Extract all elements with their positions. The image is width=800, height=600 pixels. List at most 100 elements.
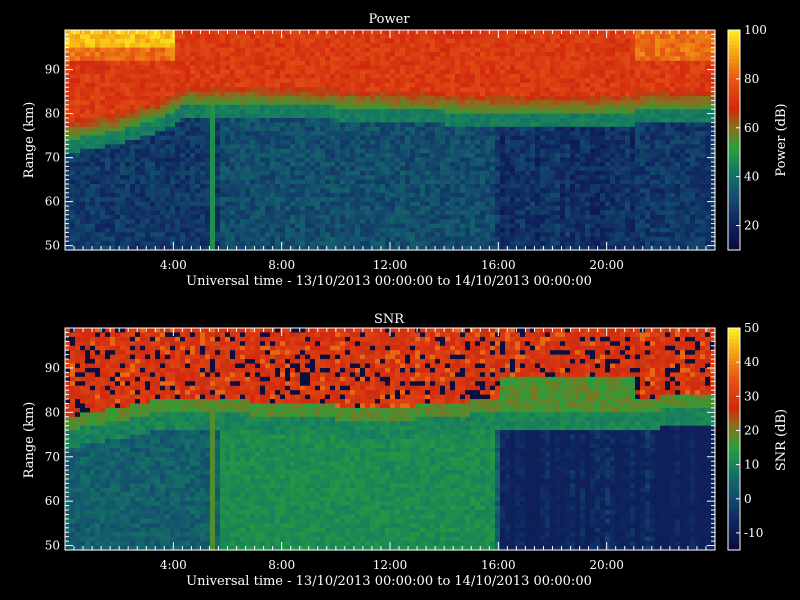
heat-cell	[280, 43, 286, 49]
heat-cell	[225, 175, 231, 181]
heat-cell	[395, 135, 401, 141]
heat-cell	[225, 223, 231, 229]
heat-cell	[290, 109, 296, 115]
heat-cell	[185, 69, 191, 75]
heat-cell	[245, 192, 251, 198]
heat-cell	[300, 131, 306, 137]
heat-cell	[120, 179, 126, 185]
heat-cell	[360, 162, 366, 167]
heat-cell	[380, 219, 386, 225]
heat-cell	[480, 214, 486, 220]
heat-cell	[310, 56, 316, 62]
heat-cell	[405, 144, 411, 150]
heat-cell	[405, 78, 411, 84]
heat-cell	[545, 214, 551, 220]
heat-cell	[130, 201, 136, 207]
heat-cell	[535, 206, 541, 211]
heat-cell	[540, 43, 546, 49]
heat-cell	[370, 179, 376, 185]
heat-cell	[535, 144, 541, 150]
heat-cell	[195, 56, 201, 62]
heat-cell	[210, 214, 216, 220]
heat-cell	[375, 210, 381, 216]
heat-cell	[365, 91, 371, 97]
heat-cell	[245, 140, 251, 145]
heat-cell	[150, 232, 156, 238]
heat-cell	[200, 126, 206, 132]
heat-cell	[335, 197, 341, 203]
heat-cell	[400, 38, 406, 44]
heat-cell	[250, 140, 256, 145]
heat-cell	[530, 184, 536, 189]
heat-cell	[415, 87, 421, 93]
heat-cell	[75, 30, 81, 35]
heat-cell	[465, 192, 471, 198]
heat-cell	[420, 74, 426, 79]
heat-cell	[470, 188, 476, 194]
heat-cell	[455, 65, 461, 71]
heat-cell	[95, 241, 101, 247]
heat-cell	[445, 214, 451, 220]
heat-cell	[530, 135, 536, 141]
heat-cell	[510, 228, 516, 233]
heat-cell	[415, 38, 421, 44]
heat-cell	[305, 56, 311, 62]
heat-cell	[365, 166, 371, 172]
heat-cell	[160, 60, 166, 66]
heat-cell	[310, 170, 316, 176]
heat-cell	[235, 232, 241, 238]
heat-cell	[305, 30, 311, 35]
heat-cell	[300, 241, 306, 247]
heat-cell	[275, 175, 281, 181]
heat-cell	[430, 192, 436, 198]
heat-cell	[350, 113, 356, 119]
heat-cell	[285, 43, 291, 49]
heat-cell	[105, 153, 111, 159]
heat-cell	[205, 135, 211, 141]
heat-cell	[415, 96, 421, 101]
heat-cell	[130, 162, 136, 167]
heat-cell	[140, 56, 146, 62]
heat-cell	[210, 118, 216, 123]
heat-cell	[235, 236, 241, 242]
heat-cell	[335, 188, 341, 194]
heat-cell	[90, 135, 96, 141]
heat-cell	[495, 188, 501, 194]
heat-cell	[540, 74, 546, 79]
heat-cell	[195, 126, 201, 132]
heat-cell	[385, 206, 391, 211]
heat-cell	[215, 82, 221, 88]
heat-cell	[255, 104, 261, 110]
heat-cell	[145, 65, 151, 71]
heat-cell	[475, 223, 481, 229]
heat-cell	[375, 135, 381, 141]
heat-cell	[220, 153, 226, 159]
heat-cell	[470, 56, 476, 62]
heat-cell	[195, 175, 201, 181]
heat-cell	[185, 153, 191, 159]
heat-cell	[310, 113, 316, 119]
heat-cell	[335, 219, 341, 225]
heat-cell	[230, 201, 236, 207]
heat-cell	[90, 43, 96, 49]
heat-cell	[105, 87, 111, 93]
heat-cell	[330, 148, 336, 154]
heat-cell	[360, 60, 366, 66]
heat-cell	[335, 69, 341, 75]
heat-cell	[475, 188, 481, 194]
heat-cell	[505, 148, 511, 154]
heat-cell	[485, 38, 491, 44]
heat-cell	[520, 162, 526, 167]
heat-cell	[430, 214, 436, 220]
heat-cell	[330, 56, 336, 62]
heat-cell	[330, 100, 336, 106]
heat-cell	[385, 232, 391, 238]
heat-cell	[245, 74, 251, 79]
heat-cell	[370, 148, 376, 154]
heat-cell	[115, 60, 121, 66]
heat-cell	[100, 170, 106, 176]
heat-cell	[535, 96, 541, 101]
heat-cell	[325, 82, 331, 88]
heat-cell	[460, 96, 466, 101]
heat-cell	[125, 38, 131, 44]
